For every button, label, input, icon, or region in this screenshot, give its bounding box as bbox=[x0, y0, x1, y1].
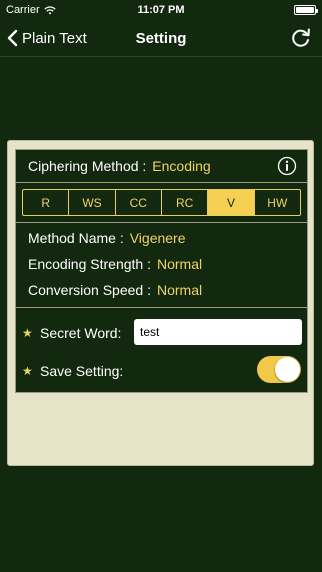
method-name-value: Vigenere bbox=[129, 230, 186, 246]
toggle-knob bbox=[275, 357, 300, 382]
conversion-speed-label: Conversion Speed : bbox=[28, 282, 151, 298]
status-right bbox=[294, 5, 318, 15]
segment-cc[interactable]: CC bbox=[116, 190, 162, 215]
nav-divider bbox=[0, 56, 322, 57]
method-segmented-control: R WS CC RC V HW bbox=[22, 189, 301, 216]
encoding-strength-row: Encoding Strength : Normal bbox=[16, 251, 307, 277]
ciphering-method-value: Encoding bbox=[152, 158, 211, 174]
method-name-label: Method Name : bbox=[28, 230, 124, 246]
page-title: Setting bbox=[135, 29, 187, 47]
conversion-speed-value: Normal bbox=[156, 282, 203, 298]
status-left: Carrier bbox=[6, 4, 56, 16]
secret-word-row: ★ Secret Word: bbox=[16, 314, 307, 352]
secret-word-input[interactable] bbox=[134, 319, 302, 345]
star-icon: ★ bbox=[22, 364, 33, 378]
method-name-row: Method Name : Vigenere bbox=[16, 225, 307, 251]
nav-bar: Plain Text Setting bbox=[0, 20, 322, 56]
star-icon: ★ bbox=[22, 326, 33, 340]
method-details: Method Name : Vigenere Encoding Strength… bbox=[16, 223, 307, 308]
save-setting-row: ★ Save Setting: bbox=[16, 352, 307, 390]
segment-ws[interactable]: WS bbox=[69, 190, 116, 215]
back-button[interactable]: Plain Text bbox=[6, 20, 87, 56]
wifi-icon bbox=[43, 5, 56, 14]
segment-v[interactable]: V bbox=[208, 190, 255, 215]
back-button-label: Plain Text bbox=[22, 29, 87, 47]
encoding-strength-value: Normal bbox=[156, 256, 203, 272]
method-selector-wrap: R WS CC RC V HW bbox=[16, 183, 307, 223]
segment-hw[interactable]: HW bbox=[255, 190, 300, 215]
refresh-icon[interactable] bbox=[290, 27, 312, 49]
save-setting-label: Save Setting: bbox=[40, 363, 124, 379]
info-icon[interactable] bbox=[277, 156, 297, 176]
ciphering-method-label: Ciphering Method : bbox=[28, 158, 147, 174]
secret-word-label: Secret Word: bbox=[40, 325, 122, 341]
conversion-speed-row: Conversion Speed : Normal bbox=[16, 277, 307, 303]
settings-card: Ciphering Method : Encoding R WS CC RC V… bbox=[15, 149, 308, 393]
segment-r[interactable]: R bbox=[23, 190, 70, 215]
status-bar: Carrier 11:07 PM bbox=[0, 0, 322, 20]
encoding-strength-label: Encoding Strength : bbox=[28, 256, 151, 272]
chevron-left-icon bbox=[7, 29, 18, 47]
user-settings: ★ Secret Word: ★ Save Setting: bbox=[16, 308, 307, 390]
ciphering-method-row: Ciphering Method : Encoding bbox=[16, 150, 307, 183]
save-setting-toggle[interactable] bbox=[257, 356, 301, 383]
battery-icon bbox=[294, 5, 318, 15]
carrier-label: Carrier bbox=[6, 4, 40, 16]
settings-panel: Ciphering Method : Encoding R WS CC RC V… bbox=[7, 140, 314, 466]
segment-rc[interactable]: RC bbox=[162, 190, 209, 215]
